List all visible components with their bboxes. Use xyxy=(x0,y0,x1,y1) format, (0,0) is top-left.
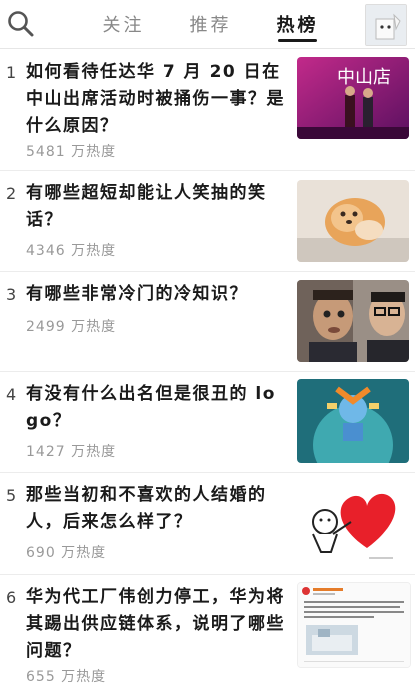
tab-bar: 关注 推荐 热榜 xyxy=(80,0,341,48)
question-title[interactable]: 有没有什么出名但是很丑的 logo？ xyxy=(26,381,288,435)
heat-count: 5481 万热度 xyxy=(26,144,117,160)
hot-list-item[interactable]: 2 有哪些超短却能让人笑抽的笑话？ 4346 万热度 xyxy=(0,170,415,272)
tab-recommended[interactable]: 推荐 xyxy=(167,0,254,48)
thumb-sign-text: 中山店 xyxy=(337,67,391,88)
tab-following[interactable]: 关注 xyxy=(80,0,167,48)
question-title[interactable]: 如何看待任达华 7 月 20 日在中山出席活动时被捅伤一事？是什么原因？ xyxy=(26,59,288,140)
search-icon[interactable] xyxy=(6,9,36,39)
rank-number: 3 xyxy=(6,285,17,304)
hot-list-item[interactable]: 4 有没有什么出名但是很丑的 logo？ 1427 万热度 xyxy=(0,371,415,473)
tab-hot-list[interactable]: 热榜 xyxy=(254,0,341,48)
rank-number: 6 xyxy=(6,588,17,607)
thumbnail-weibo-screenshot[interactable] xyxy=(297,582,411,668)
rank-number: 1 xyxy=(6,63,17,82)
heat-count: 655 万热度 xyxy=(26,669,107,685)
question-title[interactable]: 华为代工厂伟创力停工，华为将其踢出供应链体系，说明了哪些问题？ xyxy=(26,584,288,665)
rank-number: 5 xyxy=(6,486,17,505)
thumbnail-logo-figure[interactable] xyxy=(297,379,409,463)
question-title[interactable]: 有哪些超短却能让人笑抽的笑话？ xyxy=(26,180,288,234)
hot-list-item[interactable]: 5 那些当初和不喜欢的人结婚的人，后来怎么样了？ 690 万热度 xyxy=(0,472,415,575)
hot-list-item[interactable]: 6 华为代工厂伟创力停工，华为将其踢出供应链体系，说明了哪些问题？ 655 万热… xyxy=(0,574,415,694)
question-title[interactable]: 那些当初和不喜欢的人结婚的人，后来怎么样了？ xyxy=(26,482,288,536)
hot-list-item[interactable]: 3 有哪些非常冷门的冷知识？ 2499 万热度 xyxy=(0,271,415,372)
rank-number: 2 xyxy=(6,184,17,203)
heat-count: 4346 万热度 xyxy=(26,243,117,259)
heat-count: 1427 万热度 xyxy=(26,444,117,460)
thumbnail-heart-drawing[interactable] xyxy=(297,478,409,566)
thumbnail-event-photo[interactable]: 中山店 xyxy=(297,57,409,139)
hot-list-item[interactable]: 1 如何看待任达华 7 月 20 日在中山出席活动时被捅伤一事？是什么原因？ 5… xyxy=(0,49,415,171)
thumbnail-dog-gif[interactable] xyxy=(297,180,409,262)
avatar[interactable] xyxy=(365,4,407,46)
rank-number: 4 xyxy=(6,385,17,404)
heat-count: 690 万热度 xyxy=(26,545,107,561)
question-title[interactable]: 有哪些非常冷门的冷知识？ xyxy=(26,281,288,308)
thumbnail-two-men[interactable] xyxy=(297,280,409,362)
top-bar: 关注 推荐 热榜 xyxy=(0,0,415,49)
heat-count: 2499 万热度 xyxy=(26,319,117,335)
